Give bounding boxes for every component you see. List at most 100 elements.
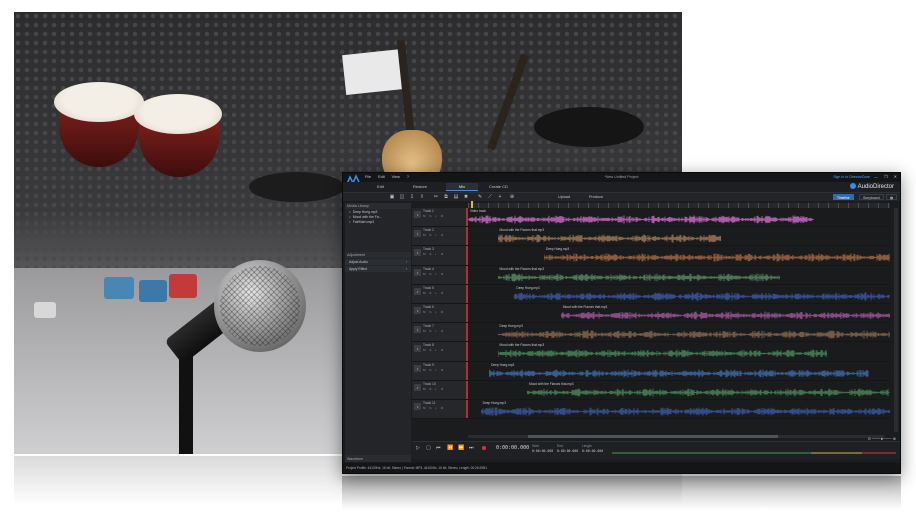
scrollbar-thumb[interactable] xyxy=(528,435,778,438)
track-lane[interactable]: Mood with the Flavors that.mp3 xyxy=(468,342,890,361)
track-row[interactable]: ♪ Track 8M S ◐ ⊘ Mood with the Flavors tha… xyxy=(412,342,890,362)
track-lane[interactable]: Mood with the Flavors that.mp3 xyxy=(468,303,890,323)
drum-kit xyxy=(534,107,644,147)
track-lane[interactable]: Deep Hueg.mp3 xyxy=(468,399,890,419)
delete-icon[interactable]: ✖ xyxy=(463,194,469,200)
clip-label: Mood with the Flavors that.mp3 xyxy=(499,343,544,348)
track-lane[interactable]: Video track xyxy=(468,208,890,227)
horizontal-scrollbar[interactable] xyxy=(468,435,884,438)
track-lane[interactable]: Deep Hueg.mp3 xyxy=(468,246,890,265)
cut-icon[interactable]: ✂ xyxy=(433,194,439,200)
zoom-icon[interactable]: ⊕ xyxy=(509,194,515,200)
play-icon[interactable]: ▷ xyxy=(416,445,420,451)
media-item-label: Mood with the Fa... xyxy=(352,214,382,219)
track-controls[interactable]: M S ◐ ⊘ xyxy=(423,252,445,256)
tab-create-cd[interactable]: Create CD xyxy=(483,183,514,191)
toolbar: ▣ ◫ ⇩ ⇪ ✂ ⧉ ▤ ✖ ✎ ⟋ + ⊕ Upload Produce T… xyxy=(343,192,900,201)
audio-waveform[interactable] xyxy=(560,311,890,320)
audio-waveform[interactable] xyxy=(497,349,827,358)
track-row[interactable]: ♪ Track 3M S ◐ ⊘ Deep Hueg.mp3 xyxy=(412,246,890,266)
waveform-path xyxy=(497,330,890,339)
track-row[interactable]: ♪ Track 10 M S ◐ ⊘ Mood with the Flavors th… xyxy=(412,380,890,400)
add-icon[interactable]: + xyxy=(497,194,503,200)
sign-in-link[interactable]: Sign in to DirectorZone xyxy=(833,175,870,179)
track-row[interactable]: ♪ Track 5M S ◐ ⊘ Deep Hueg.mp3 xyxy=(412,284,890,304)
save-icon[interactable]: ◫ xyxy=(399,194,405,200)
fade-icon[interactable]: ⟋ xyxy=(487,194,493,200)
track-lane[interactable]: Deep Hueg.mp3 xyxy=(468,361,890,380)
track-row[interactable]: ♪ Track 2M S ◐ ⊘ Mood with the Flavors tha… xyxy=(412,227,890,247)
close-icon[interactable]: ✕ xyxy=(894,174,897,179)
record-icon[interactable] xyxy=(482,446,486,450)
audio-waveform[interactable] xyxy=(468,215,815,224)
tab-restore[interactable]: Restore xyxy=(407,183,433,191)
music-note-icon: ♪ xyxy=(414,211,421,218)
track-controls[interactable]: M S ◐ ⊘ xyxy=(423,387,445,391)
track-controls[interactable]: M S ◐ ⊘ xyxy=(423,291,445,295)
grid-view-icon[interactable]: ▦ xyxy=(886,194,898,200)
track-row[interactable]: ♪ Track 4M S ◐ ⊘ Mood with the Flavors tha… xyxy=(412,265,890,285)
music-note-icon: ♪ xyxy=(349,214,351,219)
storyboard-view-button[interactable]: Storyboard xyxy=(859,194,884,200)
waveform-path xyxy=(543,253,890,263)
tab-edit[interactable]: Edit xyxy=(371,183,390,191)
paste-icon[interactable]: ▤ xyxy=(453,194,459,200)
media-item-label: FatHiden.mp3 xyxy=(352,219,375,224)
audio-waveform[interactable] xyxy=(527,388,890,397)
music-note-icon: ♪ xyxy=(414,402,421,410)
track-controls[interactable]: M S ◐ ⊘ xyxy=(423,329,445,333)
transport-bar: ▷ ▢ ⏮ ⏪ ⏩ ⏭ 0:00:00.000 Start 0:00:00.00… xyxy=(412,436,900,459)
next-icon[interactable]: ⏭ xyxy=(469,445,474,451)
track-controls[interactable]: M S ◐ ⊘ xyxy=(423,214,445,218)
adjust-audio-item[interactable]: Adjust Audio › xyxy=(345,259,411,265)
vertical-scrollbar[interactable] xyxy=(894,208,898,432)
stop-icon[interactable]: ▢ xyxy=(426,445,431,451)
audio-waveform[interactable] xyxy=(543,253,890,263)
track-controls[interactable]: M S ◐ ⊘ xyxy=(423,233,445,237)
track-controls[interactable]: M S ◐ ⊘ xyxy=(423,272,445,276)
export-icon[interactable]: ⇪ xyxy=(419,194,425,200)
fast-forward-icon[interactable]: ⏩ xyxy=(458,445,464,451)
pencil-icon[interactable]: ✎ xyxy=(477,194,483,200)
track-lane[interactable]: Mood with the Flavors that.mp3 xyxy=(468,227,890,246)
folder-icon[interactable]: ▣ xyxy=(389,194,395,200)
tab-mix[interactable]: Mix xyxy=(446,183,478,191)
track-lane[interactable]: Deep Hueg.mp3 xyxy=(468,284,890,303)
rewind-icon[interactable]: ⏪ xyxy=(447,445,453,451)
track-row[interactable]: ♪ Track 9M S ◐ ⊘ Deep Hueg.mp3 xyxy=(412,361,890,381)
track-controls[interactable]: M S ◐ ⊘ xyxy=(423,310,445,314)
import-icon[interactable]: ⇩ xyxy=(409,194,415,200)
audio-waveform[interactable] xyxy=(497,330,890,339)
track-row[interactable]: ♪ Track 1M S ◐ ⊘ Video track xyxy=(412,208,890,228)
apply-effect-item[interactable]: Apply Effect › xyxy=(345,266,411,272)
track-controls[interactable]: M S ◐ ⊘ xyxy=(423,368,445,372)
previous-icon[interactable]: ⏮ xyxy=(436,445,441,451)
audio-waveform[interactable] xyxy=(497,272,781,282)
music-note-icon: ♪ xyxy=(414,345,421,353)
track-lane[interactable]: Deep Hueg.mp3 xyxy=(468,323,890,342)
upload-button[interactable]: Upload xyxy=(558,195,570,199)
track-row[interactable]: ♪ Track 7M S ◐ ⊘ Deep Hueg.mp3 xyxy=(412,323,890,343)
brand-icon xyxy=(849,183,856,189)
copy-icon[interactable]: ⧉ xyxy=(443,194,449,200)
track-row[interactable]: ♪ Track 11 M S ◐ ⊘ Deep Hueg.mp3 xyxy=(412,399,890,420)
audio-waveform[interactable] xyxy=(514,292,890,301)
timeline-view-button[interactable]: Timeline xyxy=(833,194,854,200)
produce-button[interactable]: Produce xyxy=(589,195,603,199)
waveform-path xyxy=(468,215,815,224)
track-controls[interactable]: M S ◐ ⊘ xyxy=(423,406,445,410)
track-lane[interactable]: Mood with the Flavors that.mp3 xyxy=(468,380,890,399)
audio-waveform[interactable] xyxy=(480,407,890,416)
clip-label: Mood with the Flavors that.mp3 xyxy=(499,228,544,233)
track-controls[interactable]: M S ◐ ⊘ xyxy=(423,348,445,352)
audio-waveform[interactable] xyxy=(489,369,869,378)
maximize-icon[interactable]: ❐ xyxy=(884,174,888,179)
window-controls: — ❐ ✕ xyxy=(874,174,897,179)
audio-waveform[interactable] xyxy=(497,234,722,243)
minimize-icon[interactable]: — xyxy=(874,174,878,179)
zoom-slider[interactable]: ⊖ ───●─── ⊕ xyxy=(868,436,896,441)
track-lane[interactable]: Mood with the Flavors that.mp3 xyxy=(468,265,890,284)
track-row[interactable]: ♪ Track 6M S ◐ ⊘ Mood with the Flavors tha… xyxy=(412,303,890,324)
track-name: Track 10 xyxy=(423,381,436,386)
track-header: ♪ Track 6M S ◐ ⊘ xyxy=(412,303,468,323)
